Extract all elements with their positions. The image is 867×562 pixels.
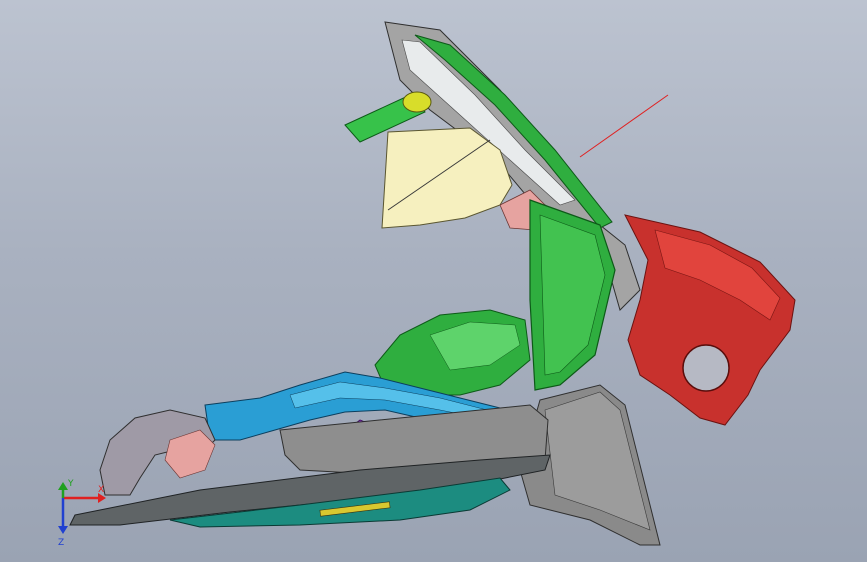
- green-cylinder-end: [402, 91, 432, 113]
- triad-y-label: Y: [67, 479, 74, 489]
- graphics-viewport[interactable]: X Y Z: [0, 0, 867, 562]
- cad-model-view[interactable]: X Y Z: [0, 0, 867, 562]
- triad-z-arrow: [58, 526, 68, 534]
- triad-z-label: Z: [58, 538, 64, 548]
- sketch-line: [579, 94, 669, 158]
- triad-x-label: X: [98, 485, 104, 495]
- red-housing-hole[interactable]: [682, 344, 730, 392]
- triad-y-arrow: [58, 482, 68, 490]
